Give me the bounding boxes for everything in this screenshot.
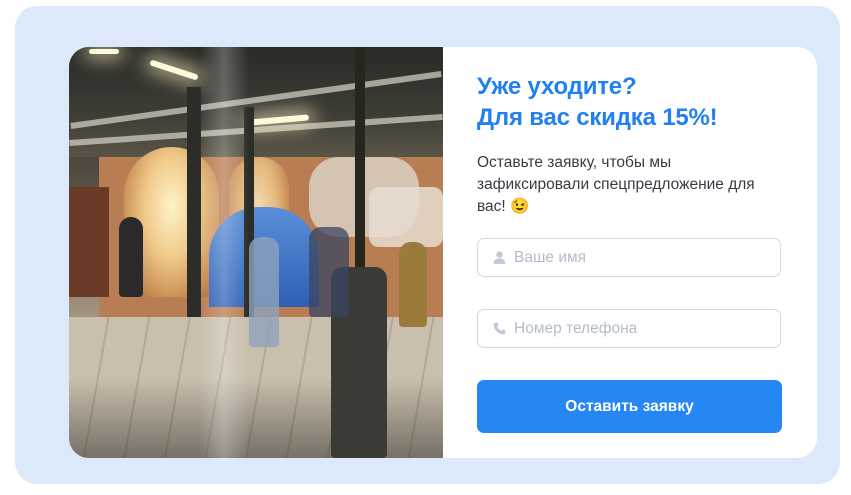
exit-intent-popup: Уже уходите? Для вас скидка 15%! Оставьте…: [69, 47, 817, 458]
lead-form: Уже уходите? Для вас скидка 15%! Оставьте…: [443, 47, 817, 458]
popup-title-line1: Уже уходите?: [477, 73, 637, 100]
phone-input[interactable]: [514, 319, 780, 338]
popup-title-line2: Для вас скидка 15%!: [477, 104, 718, 131]
user-icon: [492, 251, 506, 265]
popup-overlay: Уже уходите? Для вас скидка 15%! Оставьте…: [15, 6, 840, 484]
name-field[interactable]: [477, 238, 781, 277]
wink-emoji-icon: 😉: [510, 198, 530, 215]
name-input[interactable]: [514, 248, 780, 267]
station-photo: [69, 47, 443, 458]
phone-field[interactable]: [477, 309, 781, 348]
phone-icon: [492, 322, 506, 336]
popup-title: Уже уходите? Для вас скидка 15%!: [477, 71, 797, 133]
popup-description: Оставьте заявку, чтобы мы зафиксировали …: [477, 152, 777, 218]
submit-button[interactable]: Оставить заявку: [477, 380, 782, 433]
